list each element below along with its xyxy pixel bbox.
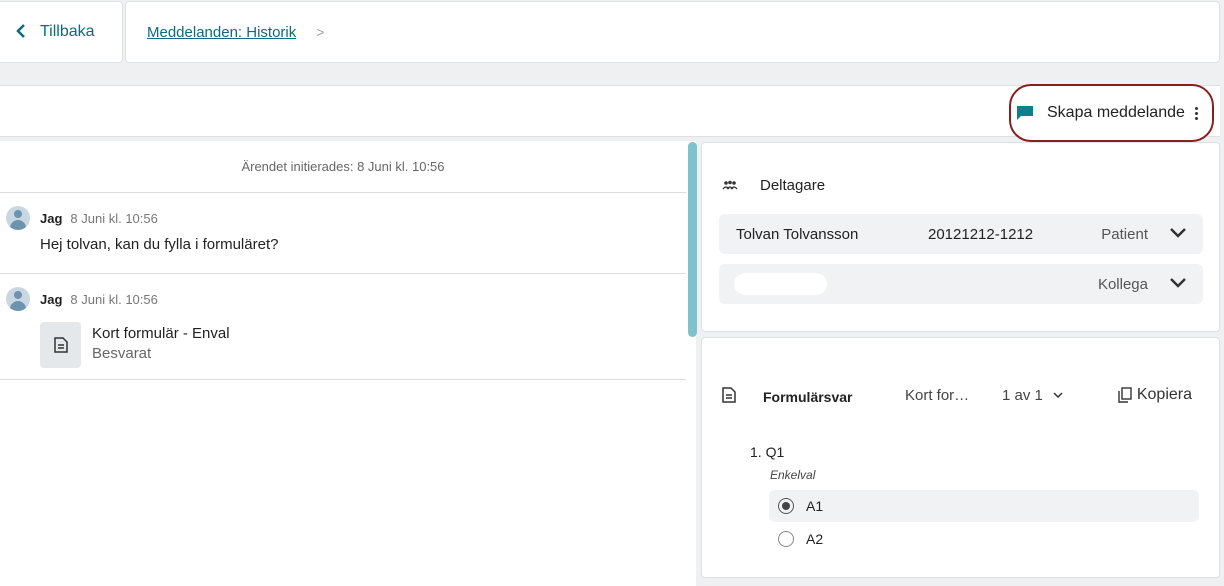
panel-gap	[701, 578, 1220, 586]
create-message-button[interactable]: Skapa meddelande	[1009, 84, 1214, 142]
chevron-down-icon[interactable]	[1169, 276, 1187, 290]
radio-selected[interactable]	[778, 498, 794, 514]
participant-name: Tolvan Tolvansson	[736, 225, 859, 243]
question-number: 1.	[750, 444, 762, 460]
attachment-status: Besvarat	[92, 345, 152, 362]
breadcrumb-chevron-icon: >	[316, 24, 325, 40]
message-sender: Jag	[40, 291, 63, 307]
create-message-label: Skapa meddelande	[1047, 104, 1185, 121]
document-icon	[40, 322, 81, 368]
chevron-down-icon[interactable]	[1169, 226, 1187, 240]
form-select[interactable]: Kort for…	[905, 387, 969, 404]
avatar	[6, 206, 30, 230]
system-message: Ärendet initierades: 8 Juni kl. 10:56	[0, 141, 686, 193]
participants-panel: Deltagare Tolvan Tolvansson 20121212-121…	[701, 142, 1220, 332]
participant-role: Kollega	[1097, 275, 1148, 293]
back-button[interactable]: Tillbaka	[0, 1, 123, 63]
kebab-menu-icon[interactable]	[1194, 106, 1198, 120]
conversation-panel: Ärendet initierades: 8 Juni kl. 10:56 Ja…	[0, 141, 686, 586]
avatar	[6, 287, 30, 311]
copy-label: Kopiera	[1136, 386, 1192, 403]
message-sender: Jag	[40, 210, 63, 226]
attachment-title: Kort formulär - Enval	[92, 325, 230, 342]
page-indicator: 1 av 1	[1002, 386, 1043, 404]
chevron-down-icon	[1053, 392, 1063, 399]
answer-option-label: A1	[806, 498, 824, 514]
copy-icon	[1118, 387, 1132, 403]
message-item: Jag 8 Juni kl. 10:56 Kort formulär - Env…	[0, 274, 686, 380]
question-text: Q1	[765, 444, 785, 460]
participant-row[interactable]: Kollega	[719, 264, 1203, 304]
toolbar: Skapa meddelande	[0, 84, 1220, 142]
form-attachment[interactable]: Kort formulär - Enval Besvarat	[40, 322, 686, 368]
answer-option-label: A2	[806, 531, 824, 547]
participant-role: Patient	[1101, 225, 1148, 243]
back-label: Tillbaka	[40, 23, 95, 40]
message-time: 8 Juni kl. 10:56	[70, 291, 158, 307]
answer-option[interactable]: A2	[769, 523, 1199, 555]
participant-name-placeholder	[734, 273, 827, 295]
copy-button[interactable]: Kopiera	[1118, 386, 1192, 404]
breadcrumb: Meddelanden: Historik >	[125, 1, 1220, 63]
question-type: Enkelval	[770, 468, 816, 482]
participant-row[interactable]: Tolvan Tolvansson 20121212-1212 Patient	[719, 214, 1203, 254]
top-bar: Tillbaka Meddelanden: Historik >	[0, 0, 1220, 64]
message-text: Hej tolvan, kan du fylla i formuläret?	[40, 236, 279, 253]
answer-option[interactable]: A1	[769, 490, 1199, 522]
message-flag-icon	[1017, 106, 1033, 120]
breadcrumb-link-history[interactable]: Meddelanden: Historik	[147, 24, 296, 41]
page-select[interactable]: 1 av 1	[1002, 387, 1063, 404]
question: 1. Q1	[750, 444, 784, 460]
participant-personal-number: 20121212-1212	[928, 225, 1034, 243]
message-item: Jag 8 Juni kl. 10:56 Hej tolvan, kan du …	[0, 193, 686, 274]
participants-title: Deltagare	[760, 177, 826, 194]
chevron-left-icon	[16, 23, 26, 41]
form-answers-panel: Formulärsvar Kort for… 1 av 1 Kopiera 1.…	[701, 337, 1220, 578]
document-icon	[722, 387, 736, 403]
people-icon	[722, 180, 738, 189]
scrollbar-thumb[interactable]	[688, 142, 697, 337]
form-answers-title: Formulärsvar	[763, 388, 853, 405]
message-time: 8 Juni kl. 10:56	[70, 210, 158, 226]
radio-unselected[interactable]	[778, 531, 794, 547]
